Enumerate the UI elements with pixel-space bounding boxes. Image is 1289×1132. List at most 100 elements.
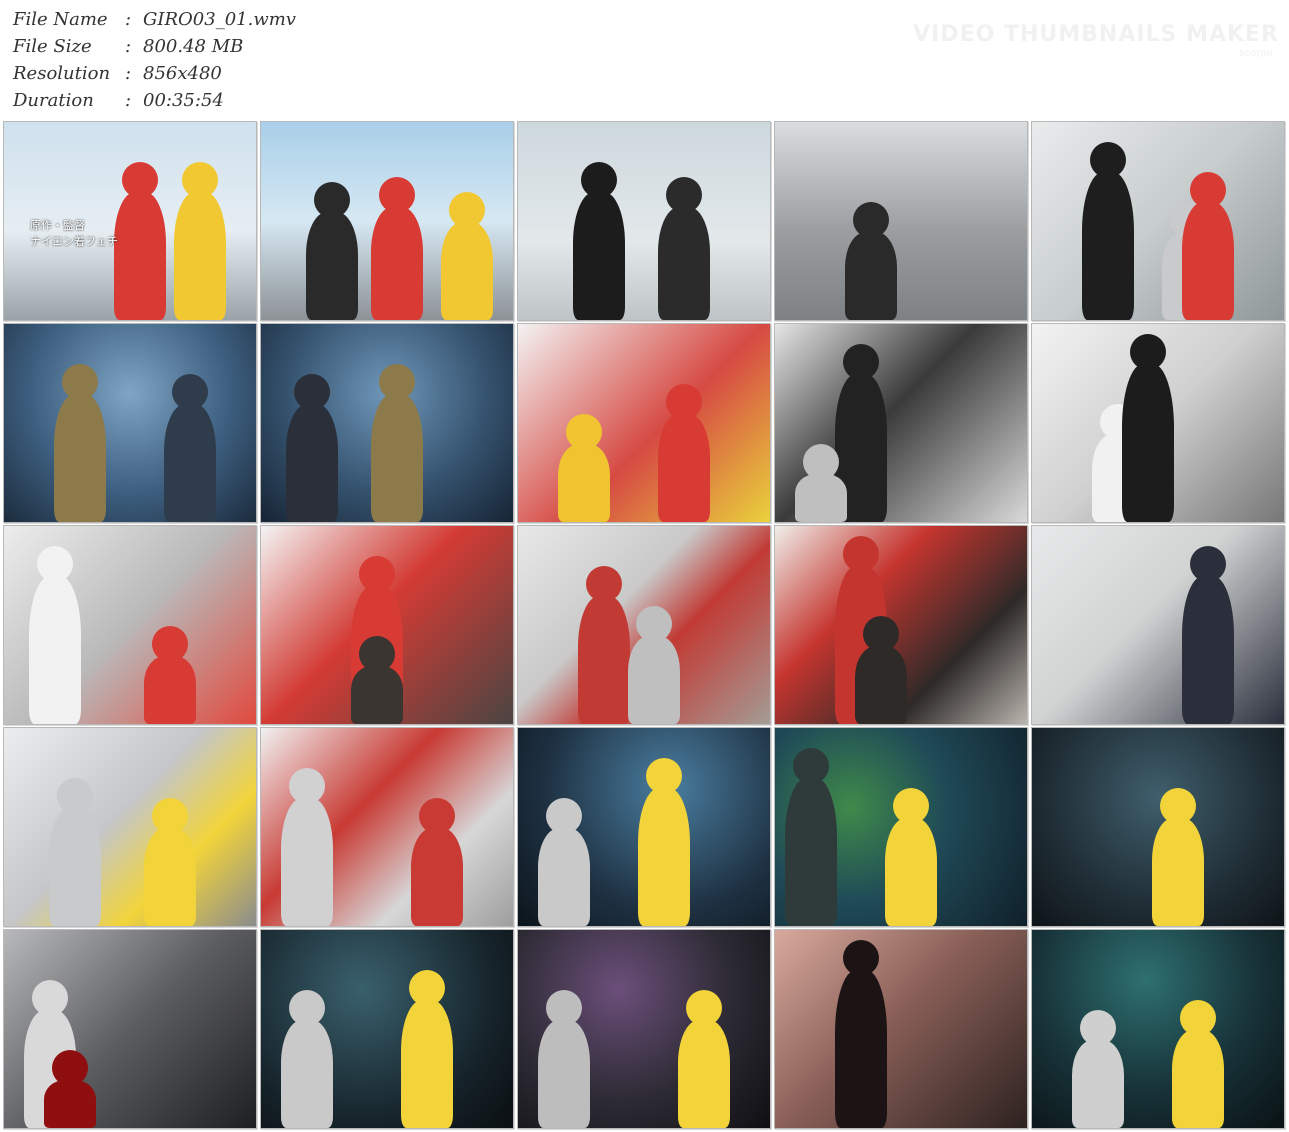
thumbnail-figure — [401, 1000, 453, 1128]
thumbnail-figure — [371, 207, 423, 320]
file-size-row: File Size : 800.48 MB — [13, 33, 296, 60]
video-thumbnail — [260, 121, 514, 321]
thumbnail-figure — [411, 828, 463, 926]
file-size-label: File Size — [13, 36, 92, 57]
thumbnail-figure — [49, 808, 101, 926]
thumbnail-figure — [164, 404, 216, 522]
thumbnail-figure — [1152, 818, 1204, 926]
thumbnail-figure-head — [1190, 546, 1226, 582]
thumbnail-figure — [144, 656, 196, 724]
thumbnail-figure-head — [419, 798, 455, 834]
thumbnail-scene — [1032, 526, 1284, 724]
thumbnail-figure-head — [62, 364, 98, 400]
thumbnail-figure — [638, 788, 690, 926]
thumbnail-figure — [1172, 1030, 1224, 1128]
thumbnail-figure — [558, 444, 610, 522]
file-name-sep: : — [125, 9, 132, 30]
thumbnail-grid: 原作・監督 ナイロン着フェチ — [3, 121, 1285, 1129]
duration-label: Duration — [13, 90, 94, 111]
thumbnail-figure-head — [52, 1050, 88, 1086]
video-thumbnail — [3, 323, 257, 523]
thumbnail-figure-head — [409, 970, 445, 1006]
video-thumbnail: 原作・監督 ナイロン着フェチ — [3, 121, 257, 321]
thumbnail-figure — [281, 798, 333, 926]
video-thumbnail — [260, 929, 514, 1129]
thumbnail-caption: 原作・監督 ナイロン着フェチ — [30, 218, 118, 250]
duration-row: Duration : 00:35:54 — [13, 87, 296, 114]
thumbnail-figure — [1082, 172, 1134, 320]
resolution-label: Resolution — [13, 63, 111, 84]
thumbnail-figure — [114, 192, 166, 320]
thumbnail-scene — [4, 324, 256, 522]
thumbnail-figure-head — [314, 182, 350, 218]
duration-value: 00:35:54 — [143, 90, 224, 111]
video-thumbnail — [1031, 525, 1285, 725]
thumbnail-figure — [371, 394, 423, 522]
thumbnail-figure-head — [1160, 788, 1196, 824]
resolution-sep: : — [125, 63, 132, 84]
video-thumbnail — [260, 323, 514, 523]
thumbnail-figure-head — [586, 566, 622, 602]
file-info-panel: File Name : GIRO03_01.wmv File Size : 80… — [13, 6, 296, 114]
thumbnail-figure-head — [646, 758, 682, 794]
thumbnail-figure-head — [636, 606, 672, 642]
thumbnail-figure — [441, 222, 493, 320]
thumbnail-figure-head — [152, 798, 188, 834]
thumbnail-figure-head — [853, 202, 889, 238]
thumbnail-scene — [775, 930, 1027, 1128]
thumbnail-figure-head — [843, 940, 879, 976]
resolution-row: Resolution : 856x480 — [13, 60, 296, 87]
thumbnail-figure — [885, 818, 937, 926]
thumbnail-figure-head — [803, 444, 839, 480]
video-thumbnail — [774, 323, 1028, 523]
thumbnail-scene — [1032, 122, 1284, 320]
thumbnail-figure — [573, 192, 625, 320]
thumbnail-figure-head — [122, 162, 158, 198]
video-thumbnail — [1031, 121, 1285, 321]
thumbnail-figure — [658, 207, 710, 320]
video-thumbnail — [1031, 929, 1285, 1129]
thumbnail-figure-head — [1080, 1010, 1116, 1046]
video-thumbnail — [774, 727, 1028, 927]
thumbnail-figure — [1182, 576, 1234, 724]
video-thumbnail — [517, 929, 771, 1129]
thumbnail-caption-line: ナイロン着フェチ — [30, 235, 118, 248]
thumbnail-figure-head — [449, 192, 485, 228]
watermark-title: VIDEO THUMBNAILS MAKER — [913, 22, 1279, 47]
video-thumbnail — [3, 929, 257, 1129]
video-thumbnail — [260, 727, 514, 927]
thumbnail-figure-head — [294, 374, 330, 410]
thumbnail-figure-head — [666, 384, 702, 420]
thumbnail-scene — [4, 728, 256, 926]
thumbnail-figure — [351, 666, 403, 724]
video-thumbnail — [517, 323, 771, 523]
thumbnail-figure-head — [666, 177, 702, 213]
thumbnail-figure-head — [379, 177, 415, 213]
thumbnail-figure-head — [843, 536, 879, 572]
thumbnail-figure — [785, 778, 837, 926]
video-thumbnail — [1031, 727, 1285, 927]
file-size-sep: : — [125, 36, 132, 57]
thumbnail-figure-head — [843, 344, 879, 380]
thumbnail-figure-head — [289, 768, 325, 804]
thumbnail-figure — [286, 404, 338, 522]
thumbnail-figure-head — [546, 798, 582, 834]
thumbnail-figure-head — [566, 414, 602, 450]
video-thumbnail — [774, 525, 1028, 725]
duration-sep: : — [125, 90, 132, 111]
thumbnail-figure — [855, 646, 907, 724]
file-size-value: 800.48 MB — [143, 36, 244, 57]
thumbnail-figure — [628, 636, 680, 724]
thumbnail-figure-head — [152, 626, 188, 662]
video-thumbnail — [3, 727, 257, 927]
thumbnail-figure — [1182, 202, 1234, 320]
video-thumbnail — [774, 121, 1028, 321]
thumbnail-figure — [538, 828, 590, 926]
thumbnail-figure-head — [32, 980, 68, 1016]
file-name-row: File Name : GIRO03_01.wmv — [13, 6, 296, 33]
thumbnail-figure-head — [57, 778, 93, 814]
thumbnail-figure-head — [893, 788, 929, 824]
resolution-value: 856x480 — [143, 63, 222, 84]
thumbnail-figure-head — [37, 546, 73, 582]
thumbnail-figure-head — [581, 162, 617, 198]
